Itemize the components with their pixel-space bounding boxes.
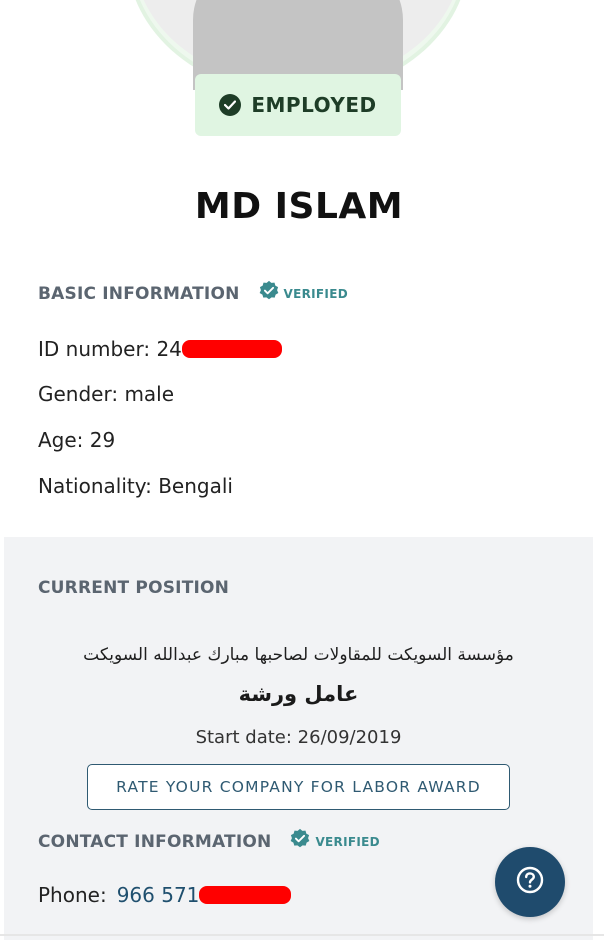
status-badge: EMPLOYED <box>195 74 401 136</box>
current-position-title-text: CURRENT POSITION <box>38 578 230 598</box>
age: Age: 29 <box>38 428 116 452</box>
rate-company-button[interactable]: RATE YOUR COMPANY FOR LABOR AWARD <box>87 764 510 810</box>
contact-info-verified: VERIFIED <box>289 828 380 855</box>
status-label: EMPLOYED <box>251 93 377 117</box>
id-number-label: ID number: 24 <box>38 337 182 361</box>
redaction-mark <box>181 340 282 358</box>
phone-number[interactable]: 966 571 <box>117 883 200 907</box>
verified-label: VERIFIED <box>283 286 348 301</box>
contact-info-title-text: CONTACT INFORMATION <box>38 831 272 852</box>
redaction-mark <box>199 886 292 904</box>
start-date-value: 26/09/2019 <box>297 727 402 748</box>
phone: Phone: 966 571 <box>38 883 292 907</box>
help-icon <box>515 865 545 899</box>
basic-info-title: BASIC INFORMATION VERIFIED <box>38 280 348 307</box>
verified-badge-icon <box>258 280 280 307</box>
gender: Gender: male <box>38 382 175 406</box>
help-button[interactable] <box>495 847 565 917</box>
check-circle-icon <box>219 94 242 116</box>
verified-label: VERIFIED <box>315 834 380 849</box>
company-name: مؤسسة السويكت للمقاولات لصاحبها مبارك عب… <box>83 645 514 665</box>
basic-info-verified: VERIFIED <box>258 280 348 307</box>
current-position-title: CURRENT POSITION <box>38 578 229 598</box>
start-date-label: Start date: <box>195 727 292 748</box>
id-number: ID number: 24 <box>38 337 282 361</box>
basic-info-title-text: BASIC INFORMATION <box>38 283 240 304</box>
phone-label: Phone: <box>38 883 107 907</box>
bottom-divider <box>0 934 604 936</box>
start-date: Start date: 26/09/2019 <box>4 727 593 748</box>
nationality: Nationality: Bengali <box>38 474 233 498</box>
person-name: MD ISLAM <box>194 186 404 227</box>
job-title: عامل ورشة <box>238 682 359 706</box>
contact-info-title: CONTACT INFORMATION VERIFIED <box>38 828 380 855</box>
verified-badge-icon <box>289 828 311 855</box>
